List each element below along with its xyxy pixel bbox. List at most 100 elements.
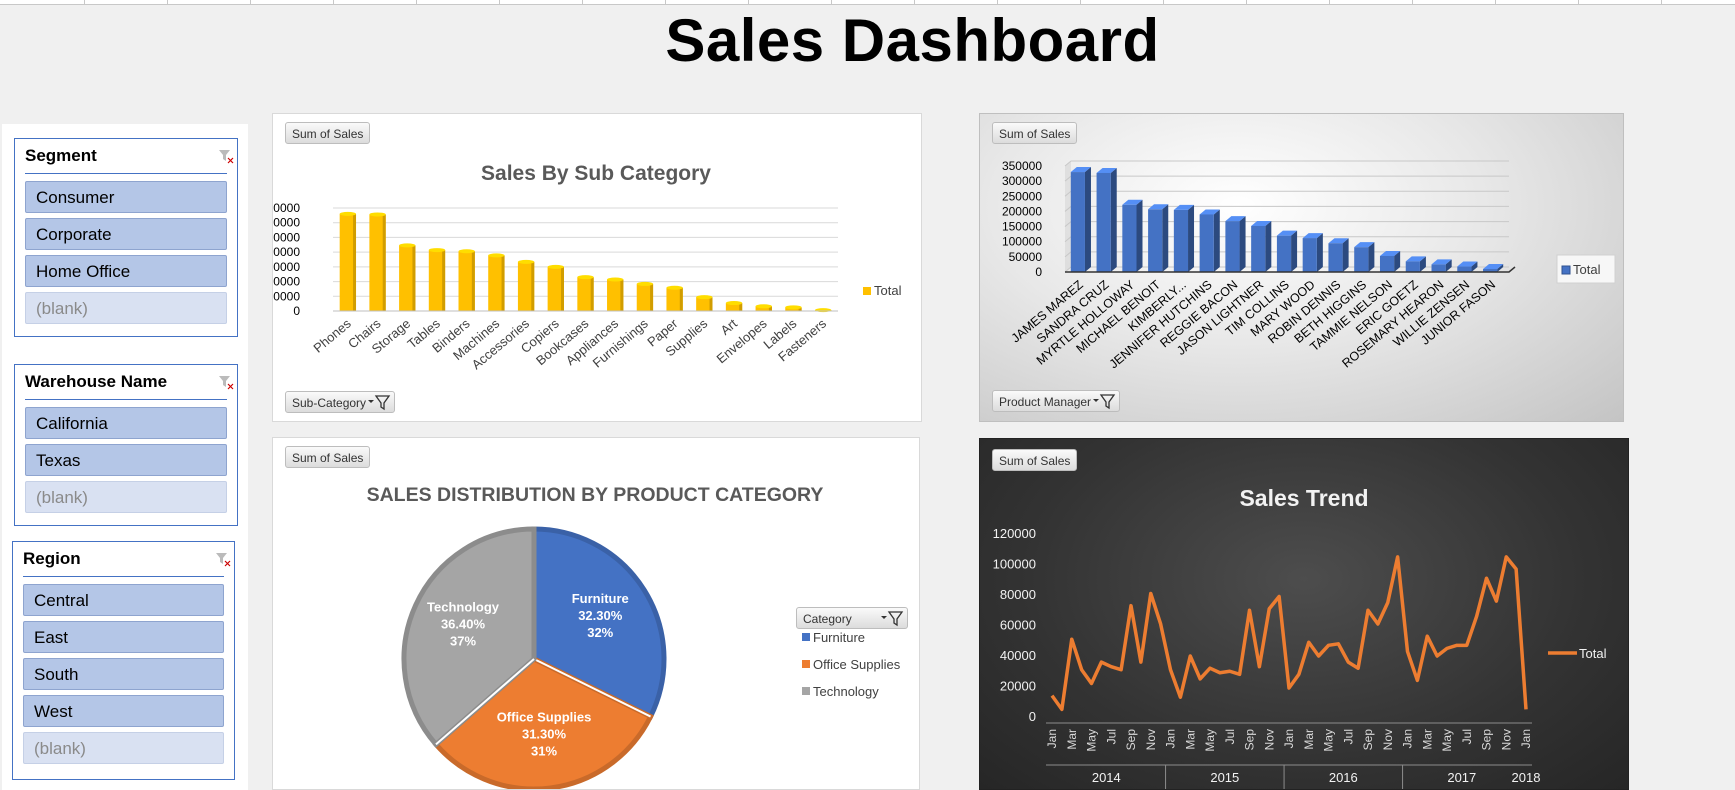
bar (1354, 247, 1369, 272)
chart-title: Sales By Sub Category (481, 162, 711, 185)
bar-side (1265, 220, 1272, 272)
clear-filter-icon[interactable] (217, 147, 235, 165)
y-tick-label: 250000 (1002, 189, 1042, 203)
slicer-item-corporate[interactable]: Corporate (25, 218, 227, 250)
year-label: 2015 (1210, 770, 1239, 785)
bar (1302, 238, 1317, 272)
bar (1199, 214, 1214, 272)
gridline (1064, 190, 1509, 197)
bar-side (353, 213, 357, 311)
bar-side (412, 245, 416, 311)
year-label: 2017 (1447, 770, 1476, 785)
y-tick-label: 50000 (273, 289, 300, 303)
slicer-item-blank[interactable]: (blank) (23, 732, 224, 764)
legend-label: Total (1579, 646, 1607, 661)
bar-side (501, 255, 505, 311)
legend-label: Total (1573, 262, 1601, 277)
sub-category-chart-panel[interactable]: Sum of Sales Sales By Sub Category050000… (272, 113, 922, 422)
bar-side (1239, 216, 1246, 272)
y-tick-label: 100000 (1002, 235, 1042, 249)
slice-category-label: Office Supplies (497, 709, 592, 724)
y-tick-label: 60000 (1000, 618, 1036, 633)
bar-top (785, 305, 802, 310)
slicer-item-blank[interactable]: (blank) (25, 481, 227, 513)
field-button-label: Product Manager (999, 395, 1092, 409)
clear-filter-icon[interactable] (217, 373, 235, 391)
x-tick-label: Nov (1262, 729, 1276, 750)
product-manager-chart-panel[interactable]: Sum of Sales 0 50000 100000 150000 200000 250… (979, 113, 1624, 422)
bar-side (560, 266, 564, 311)
bar-top (666, 285, 683, 290)
bar-side (1188, 204, 1195, 272)
field-button-label: Category (803, 612, 852, 626)
x-tick-label: Nov (1499, 729, 1513, 750)
sales-trend-chart-panel[interactable]: Sum of Sales Sales Trend 0 20000 40000 60000… (979, 438, 1629, 790)
slicer-item-texas[interactable]: Texas (25, 444, 227, 476)
segment-slicer[interactable]: Segment Consumer Corporate Home Office (… (14, 138, 238, 337)
slicer-item-blank[interactable]: (blank) (25, 292, 227, 324)
x-tick-label: Mar (1420, 729, 1434, 750)
x-tick-label: Jan (1282, 729, 1296, 748)
slicer-header: Region (23, 542, 224, 577)
y-tick-label: 0 (1029, 709, 1036, 724)
x-tick-label: Jan (1519, 729, 1533, 748)
bar (1148, 209, 1163, 272)
legend-label: Furniture (813, 630, 865, 645)
bar-side (1084, 167, 1091, 272)
sub-category-field-button[interactable]: Sub-Category (285, 391, 396, 413)
slicer-item-west[interactable]: West (23, 695, 224, 727)
region-slicer[interactable]: Region Central East South West (blank) (12, 541, 235, 780)
x-tick-label: Jul (1341, 729, 1355, 744)
clear-filter-icon[interactable] (214, 550, 232, 568)
bar-side (1110, 167, 1117, 272)
x-tick-label: Jul (1104, 729, 1118, 744)
year-label: 2018 (1512, 770, 1541, 785)
bar-top (369, 212, 386, 217)
filter-dropdown-icon (368, 395, 391, 411)
y-tick-label: 350000 (273, 201, 300, 215)
slicer-item-central[interactable]: Central (23, 584, 224, 616)
bar-side (531, 261, 535, 311)
slicer-item-california[interactable]: California (25, 407, 227, 439)
slicer-item-consumer[interactable]: Consumer (25, 181, 227, 213)
x-tick-label: Mar (1065, 729, 1079, 750)
year-label: 2016 (1329, 770, 1358, 785)
y-tick-label: 40000 (1000, 648, 1036, 663)
category-field-button[interactable]: Category (796, 607, 908, 629)
legend-swatch (1561, 265, 1571, 275)
slicer-header: Segment (25, 139, 227, 174)
slice-percent-label: 31.30% (522, 726, 567, 741)
bar-side (1162, 204, 1169, 272)
warehouse-slicer[interactable]: Warehouse Name California Texas (blank) (14, 364, 238, 526)
bar (1173, 209, 1189, 272)
x-tick-label: May (1322, 729, 1336, 752)
y-tick-label: 50000 (1009, 250, 1043, 264)
slicer-title: Warehouse Name (25, 372, 168, 391)
x-tick-label: Sep (1124, 729, 1138, 751)
slicer-item-south[interactable]: South (23, 658, 224, 690)
sub-category-bar-chart: Sales By Sub Category0500001000001500002… (273, 162, 902, 372)
slice-percent-label: 32.30% (578, 608, 623, 623)
y-tick-label: 100000 (993, 557, 1036, 572)
y-tick-label: 0 (1035, 265, 1042, 279)
slicer-item-east[interactable]: East (23, 621, 224, 653)
slicer-item-home-office[interactable]: Home Office (25, 255, 227, 287)
bar (1225, 221, 1240, 272)
category-pie-chart-panel[interactable]: Sum of Sales SALES DISTRIBUTION BY PRODU… (272, 437, 920, 790)
bar-side (1342, 238, 1349, 272)
bar (1328, 243, 1343, 272)
gridline (1064, 175, 1509, 182)
bar-side (1136, 199, 1143, 272)
product-manager-field-button[interactable]: Product Manager (992, 390, 1121, 412)
x-tick-label: Sep (1361, 729, 1375, 751)
dashboard-title: Sales Dashboard (665, 7, 1160, 74)
bar (1070, 172, 1085, 272)
bar-side (590, 277, 594, 311)
y-tick-label: 300000 (273, 216, 300, 230)
bar-top (607, 277, 624, 282)
bar-top (458, 249, 475, 254)
bar-side (620, 279, 624, 311)
bar (1251, 225, 1266, 272)
bar-top (428, 248, 446, 253)
x-tick-label: Jan (1045, 729, 1059, 748)
